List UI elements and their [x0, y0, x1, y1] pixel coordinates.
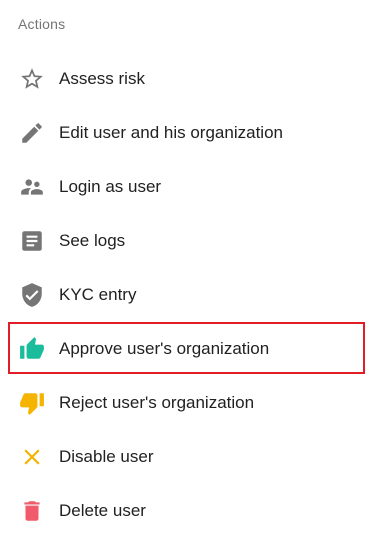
- menu-item-approve-organization[interactable]: Approve user's organization: [0, 322, 368, 376]
- menu-item-assess-risk[interactable]: Assess risk: [0, 52, 368, 106]
- pencil-icon: [19, 120, 45, 146]
- menu-item-label: Disable user: [59, 447, 154, 466]
- menu-item-disable-user[interactable]: Disable user: [0, 430, 368, 484]
- menu-item-kyc-entry[interactable]: KYC entry: [0, 268, 368, 322]
- menu-item-label: Assess risk: [59, 69, 145, 88]
- menu-item-label: Approve user's organization: [59, 339, 270, 358]
- menu-item-label: Delete user: [59, 501, 146, 520]
- actions-menu: Assess risk Edit user and his organizati…: [0, 52, 368, 538]
- menu-item-label: Login as user: [59, 177, 162, 196]
- menu-item-label: Edit user and his organization: [59, 123, 283, 142]
- menu-item-label: KYC entry: [59, 285, 137, 304]
- thumbs-up-icon: [19, 336, 45, 362]
- close-icon: [19, 444, 45, 470]
- menu-item-label: Reject user's organization: [59, 393, 255, 412]
- menu-item-edit-user[interactable]: Edit user and his organization: [0, 106, 368, 160]
- actions-panel: Actions Assess risk Edit user and his or…: [0, 0, 368, 544]
- star-icon: [19, 66, 45, 92]
- people-icon: [19, 174, 45, 200]
- menu-item-reject-organization[interactable]: Reject user's organization: [0, 376, 368, 430]
- shield-check-icon: [19, 282, 45, 308]
- section-header: Actions: [18, 16, 66, 32]
- trash-icon: [19, 498, 45, 524]
- document-icon: [19, 228, 45, 254]
- menu-item-delete-user[interactable]: Delete user: [0, 484, 368, 538]
- thumbs-down-icon: [19, 390, 45, 416]
- menu-item-label: See logs: [59, 231, 126, 250]
- menu-item-see-logs[interactable]: See logs: [0, 214, 368, 268]
- menu-item-login-as-user[interactable]: Login as user: [0, 160, 368, 214]
